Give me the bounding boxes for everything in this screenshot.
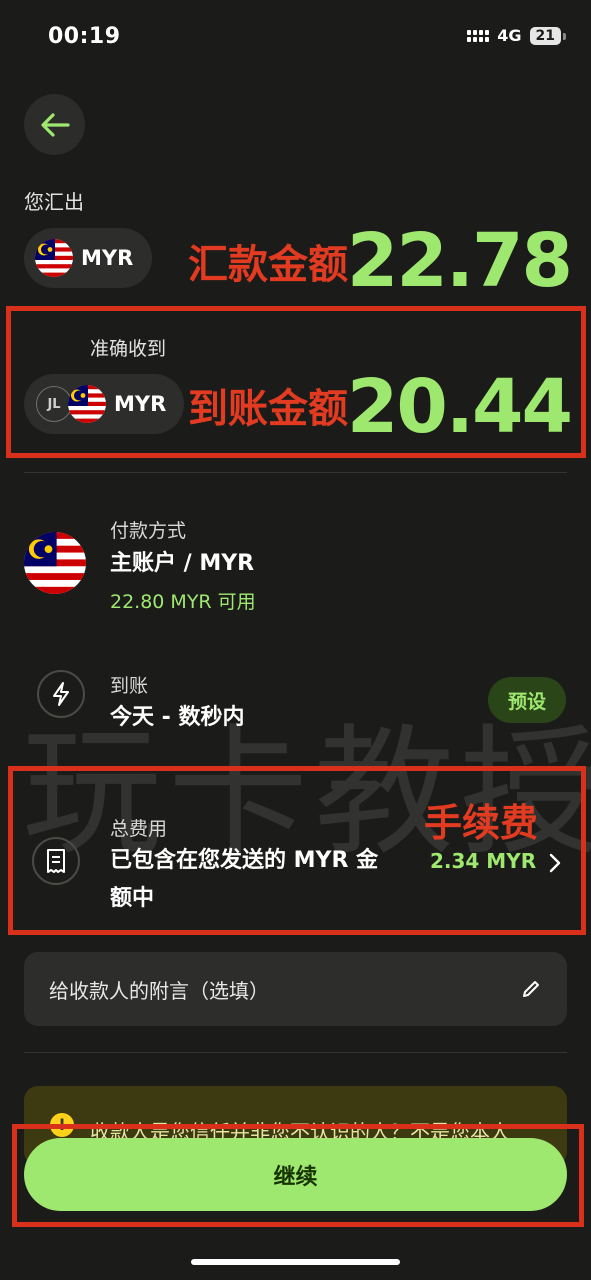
fees-annotation: 手续费 [424, 801, 539, 845]
continue-annotation-box [12, 1124, 584, 1227]
send-label: 您汇出 [24, 190, 84, 214]
receive-currency-code: MYR [114, 392, 167, 416]
fees-description-line1: 已包含在您发送的 MYR 金 [110, 848, 379, 873]
status-time: 00:19 [48, 24, 121, 49]
divider [24, 472, 567, 473]
malaysia-flag-icon [35, 239, 73, 277]
malaysia-flag-icon [24, 532, 86, 594]
receive-currency-selector[interactable]: JL MYR [24, 374, 184, 434]
fees-amount: 2.34 MYR [430, 849, 537, 873]
malaysia-flag-icon [68, 385, 106, 423]
transfer-review-screen: 00:19 4G 21 您汇出 MYR 汇款金额 22.78 准确收到 JL M… [0, 0, 591, 1280]
receive-amount-annotation: 到账金额 [188, 386, 348, 432]
recipient-note-placeholder: 给收款人的附言（选填） [49, 978, 269, 1003]
back-button[interactable] [24, 94, 85, 155]
payment-method-available: 22.80 MYR 可用 [110, 591, 256, 613]
arrival-value: 今天 - 数秒内 [110, 705, 245, 730]
receive-amount-input[interactable]: 20.44 [347, 370, 573, 444]
fees-title: 总费用 [110, 818, 168, 840]
receipt-icon [32, 837, 80, 885]
chevron-right-icon [549, 853, 561, 873]
divider [24, 1052, 567, 1053]
recipient-note-input[interactable]: 给收款人的附言（选填） [24, 952, 567, 1026]
payment-method-title: 付款方式 [110, 520, 187, 542]
send-amount-input[interactable]: 22.78 [347, 224, 573, 298]
fees-description-line2: 额中 [110, 886, 155, 911]
payment-method-account: 主账户 / MYR [110, 551, 255, 576]
arrival-title: 到账 [110, 675, 149, 697]
arrow-left-icon [40, 112, 70, 137]
network-type: 4G [497, 26, 522, 45]
send-amount-annotation: 汇款金额 [188, 242, 348, 288]
signal-icon [467, 29, 490, 42]
status-indicators: 4G 21 [467, 26, 567, 45]
receive-label: 准确收到 [90, 338, 167, 360]
send-currency-code: MYR [81, 246, 134, 270]
battery-icon: 21 [529, 26, 567, 45]
home-indicator [191, 1259, 400, 1265]
pencil-icon [523, 981, 539, 997]
send-currency-selector[interactable]: MYR [24, 228, 152, 288]
recipient-avatar: JL [36, 386, 72, 422]
lightning-icon [37, 670, 85, 718]
preset-badge: 预设 [488, 677, 566, 723]
